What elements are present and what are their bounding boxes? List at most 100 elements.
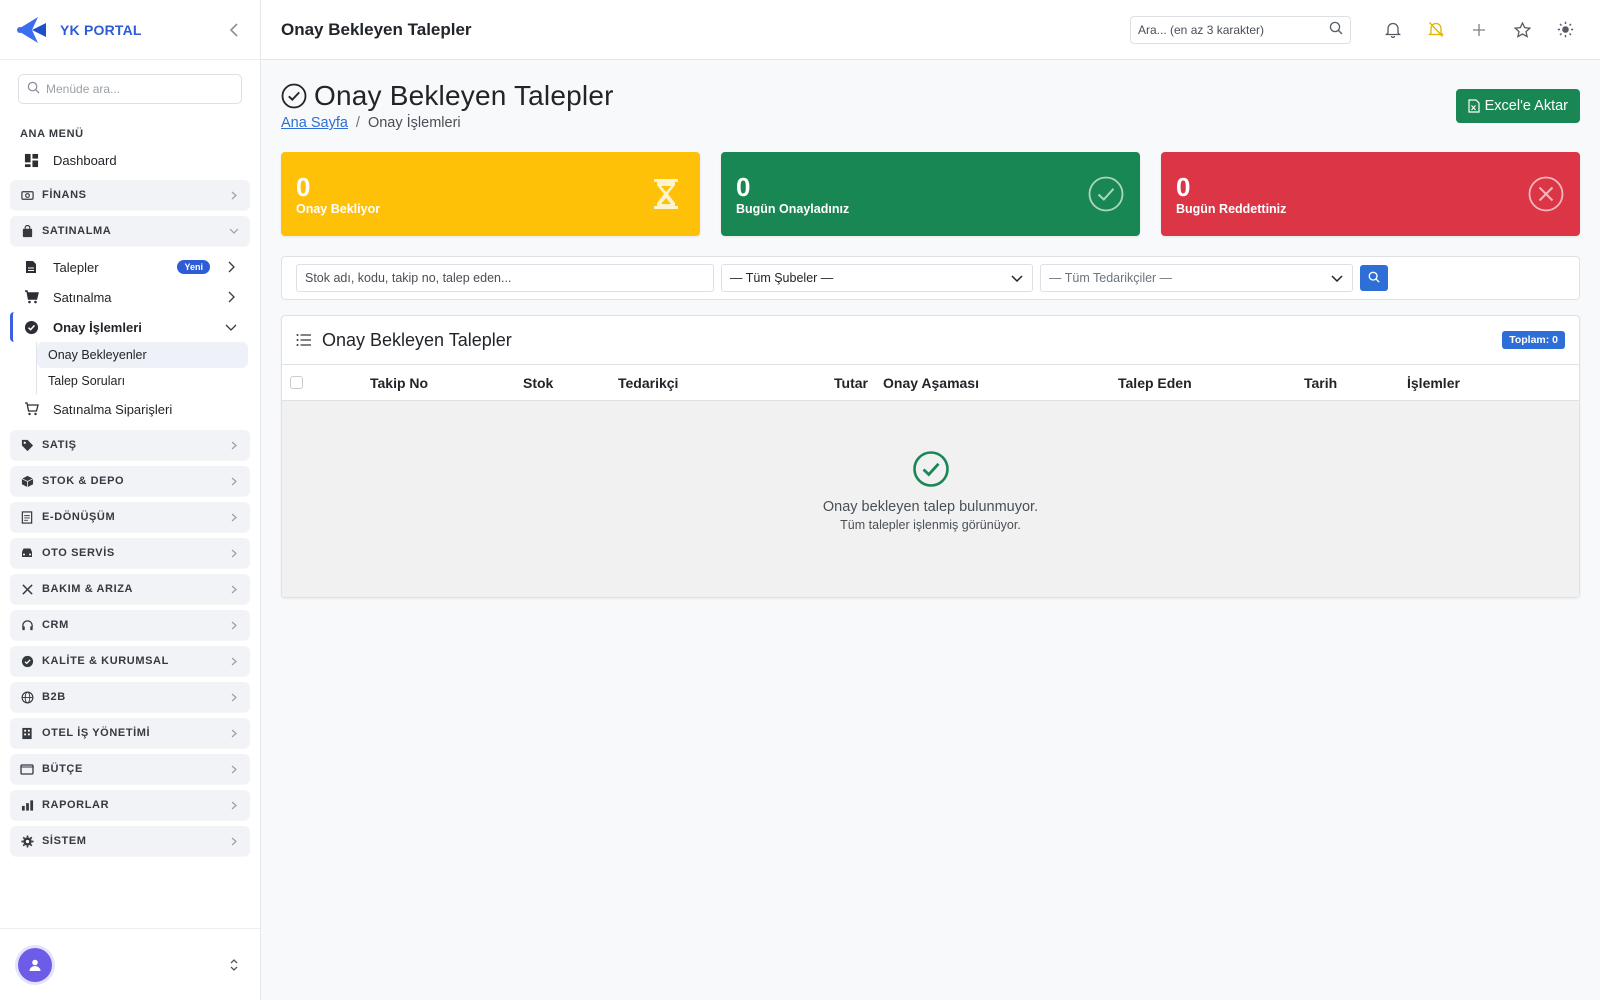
column-header-tarih[interactable]: Tarih [1304,375,1337,391]
supplier-select[interactable]: — Tüm Tedarikçiler — [1040,264,1353,292]
stat-label: Bugün Onayladınız [736,202,850,216]
stat-value: 0 [296,172,311,202]
menu-group-butce[interactable]: BÜTÇE [10,754,250,784]
menu-search-input[interactable] [46,82,233,96]
bell-icon[interactable] [1378,15,1408,45]
column-header-onay-asamasi[interactable]: Onay Aşaması [883,375,979,391]
chevron-right-icon [228,727,240,739]
building-icon [20,726,34,740]
stat-card-rejected: 0 Bugün Reddettiniz [1161,152,1580,236]
shopping-bag-icon [20,224,34,238]
column-header-tedarikci[interactable]: Tedarikçi [618,375,678,391]
menu-group-label: SATINALMA [42,225,112,237]
menu-group-edonusum[interactable]: E-DÖNÜŞÜM [10,502,250,532]
menu-group-label: SATIŞ [42,439,77,451]
table-card-header: Onay Bekleyen Talepler Toplam: 0 [282,316,1579,365]
stats-row: 0 Onay Bekliyor 0 Bugün Onayladınız 0 Bu… [281,152,1580,236]
menu-group-finans[interactable]: FİNANS [10,180,250,210]
chevron-right-icon [228,439,240,451]
global-search-input[interactable] [1138,22,1329,37]
menu-item-onay-islemleri[interactable]: Onay İşlemleri [10,312,250,342]
search-icon [1368,271,1380,286]
menu-item-dashboard[interactable]: Dashboard [10,146,250,174]
menu-group-label: STOK & DEPO [42,475,125,487]
menu-item-talepler[interactable]: Talepler Yeni [10,252,250,282]
chevron-down-icon [224,320,238,334]
chevron-right-icon [228,583,240,595]
menu-group-sistem[interactable]: SİSTEM [10,826,250,856]
chevron-right-icon [228,799,240,811]
menu-group-crm[interactable]: CRM [10,610,250,640]
bell-off-icon[interactable] [1421,15,1451,45]
chevron-down-icon [1330,271,1344,285]
list-icon [296,331,314,349]
plus-icon[interactable] [1464,15,1494,45]
empty-state-subtitle: Tüm talepler işlenmiş görünüyor. [840,518,1021,532]
avatar[interactable] [18,947,52,982]
menu-group-label: KALİTE & KURUMSAL [42,655,169,667]
search-icon[interactable] [1329,21,1343,38]
page-title: Onay Bekleyen Talepler [314,80,614,111]
sidebar-footer [0,928,260,1000]
menu-heading: ANA MENÜ [20,128,84,140]
brand-logo-icon[interactable] [16,13,50,47]
menu-search[interactable] [18,74,242,104]
menu-group-stok[interactable]: STOK & DEPO [10,466,250,496]
stat-card-approved: 0 Bugün Onayladınız [721,152,1140,236]
check-circle-icon [912,450,950,488]
menu-item-label: Satınalma Siparişleri [53,401,173,417]
global-search[interactable] [1130,15,1351,44]
menu-item-label: Satınalma [53,289,112,305]
stat-value: 0 [1176,172,1191,202]
menu-group-satinalma[interactable]: SATINALMA [10,216,250,246]
wallet-icon [20,762,34,776]
breadcrumb-home-link[interactable]: Ana Sayfa [281,115,348,131]
export-excel-button[interactable]: Excel'e Aktar [1455,89,1580,123]
filter-search-button[interactable] [1360,265,1388,291]
column-header-takip-no[interactable]: Takip No [370,375,428,391]
menu-group-label: FİNANS [42,189,87,201]
topbar-title: Onay Bekleyen Talepler [281,19,472,39]
filter-bar: — Tüm Şubeler — — Tüm Tedarikçiler — [281,256,1580,300]
menu-item-satinalma-siparisleri[interactable]: Satınalma Siparişleri [10,394,250,424]
menu-group-oto-servis[interactable]: OTO SERVİS [10,538,250,568]
branch-select[interactable]: — Tüm Şubeler — [721,264,1033,292]
document-icon [20,510,34,524]
collapse-sidebar-icon[interactable] [224,20,244,40]
headset-icon [20,618,34,632]
star-icon[interactable] [1507,15,1537,45]
menu-group-label: CRM [42,619,69,631]
menu-group-b2b[interactable]: B2B [10,682,250,712]
menu-group-label: BAKIM & ARIZA [42,583,134,595]
menu-group-label: B2B [42,691,66,703]
filter-search-input[interactable] [296,264,714,292]
branch-select-value: — Tüm Şubeler — [730,271,834,285]
menu-item-talep-sorulari[interactable]: Talep Soruları [37,368,250,394]
menu-group-bakim[interactable]: BAKIM & ARIZA [10,574,250,604]
menu-item-onay-bekleyenler[interactable]: Onay Bekleyenler [37,342,248,368]
topbar: Onay Bekleyen Talepler [261,0,1600,60]
menu-group-otel[interactable]: OTEL İŞ YÖNETİMİ [10,718,250,748]
sun-icon[interactable] [1550,15,1580,45]
chevron-right-icon [224,260,238,274]
menu-group-label: SİSTEM [42,835,87,847]
menu-group-satis[interactable]: SATIŞ [10,430,250,460]
page-header: Onay Bekleyen Talepler Ana Sayfa / Onay … [281,80,1580,150]
file-excel-icon [1468,99,1480,113]
select-all-checkbox[interactable] [290,376,303,389]
chevron-right-icon [228,475,240,487]
stat-label: Onay Bekliyor [296,202,381,216]
column-header-stok[interactable]: Stok [523,375,553,391]
menu-item-label: Talepler [53,259,99,275]
new-badge: Yeni [177,260,210,274]
column-header-tutar[interactable]: Tutar [834,375,868,391]
content: Onay Bekleyen Talepler Ana Sayfa / Onay … [261,60,1600,598]
menu-group-kalite[interactable]: KALİTE & KURUMSAL [10,646,250,676]
check-circle-icon [23,319,39,335]
menu-group-raporlar[interactable]: RAPORLAR [10,790,250,820]
menu-item-satinalma[interactable]: Satınalma [10,282,250,312]
expand-user-menu-icon[interactable] [226,957,242,973]
stat-card-pending: 0 Onay Bekliyor [281,152,700,236]
column-header-talep-eden[interactable]: Talep Eden [1118,375,1192,391]
car-icon [20,546,34,560]
